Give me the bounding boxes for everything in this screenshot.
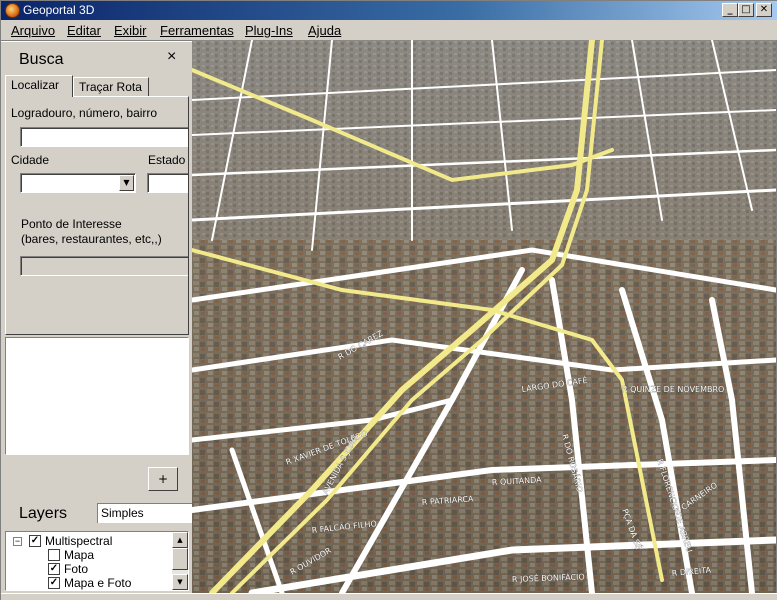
tree-item-label: Foto bbox=[64, 562, 89, 576]
tree-item-label: Multispectral bbox=[45, 534, 113, 548]
layers-mode-select[interactable]: Simples bbox=[97, 503, 192, 523]
map-3d-view[interactable]: LARGO DO CAFÉ R QUINZE DE NOVEMBRO R QUITA… bbox=[192, 40, 776, 593]
close-window-button[interactable]: ✕ bbox=[756, 3, 772, 17]
maximize-button[interactable]: □ bbox=[738, 3, 754, 17]
window-title: Geoportal 3D bbox=[23, 3, 95, 17]
logradouro-input[interactable] bbox=[20, 127, 188, 147]
left-panel: Busca × Localizar Traçar Rota Logradouro… bbox=[1, 40, 192, 600]
chevron-down-icon[interactable]: ▼ bbox=[119, 175, 134, 191]
menu-exibir[interactable]: Exibir bbox=[114, 23, 147, 38]
minimize-button[interactable]: _ bbox=[722, 3, 738, 17]
checkbox-foto[interactable]: ✓ bbox=[48, 563, 60, 575]
logradouro-label: Logradouro, número, bairro bbox=[11, 106, 158, 120]
cidade-label: Cidade bbox=[11, 153, 50, 167]
map-canvas[interactable]: LARGO DO CAFÉ R QUINZE DE NOVEMBROR QUITA… bbox=[192, 40, 776, 593]
tree-item-label: Mapa bbox=[64, 548, 95, 562]
tab-tracar-rota[interactable]: Traçar Rota bbox=[73, 77, 149, 97]
collapse-icon[interactable]: − bbox=[13, 537, 22, 546]
estado-input[interactable] bbox=[147, 173, 188, 193]
scroll-thumb[interactable] bbox=[172, 548, 188, 570]
tab-localizar[interactable]: Localizar bbox=[5, 75, 73, 97]
app-globe-icon bbox=[5, 3, 20, 18]
layers-title: Layers bbox=[19, 505, 68, 522]
menu-ajuda[interactable]: Ajuda bbox=[308, 23, 341, 38]
checkbox-mapa[interactable] bbox=[48, 549, 60, 561]
menu-bar: Arquivo Editar Exibir Ferramentas Plug-I… bbox=[1, 20, 777, 40]
far-buildings bbox=[192, 40, 776, 240]
checkbox-mapa-e-foto[interactable]: ✓ bbox=[48, 577, 60, 589]
status-bar bbox=[1, 593, 777, 600]
results-list[interactable] bbox=[5, 337, 189, 455]
cidade-select[interactable]: ▼ bbox=[20, 173, 136, 193]
estado-label: Estado bbox=[148, 153, 186, 167]
menu-editar[interactable]: Editar bbox=[67, 23, 101, 38]
checkbox-multispectral[interactable]: ✓ bbox=[29, 535, 41, 547]
scroll-down-icon[interactable]: ▼ bbox=[172, 574, 188, 590]
tree-item-label: Mapa e Foto bbox=[64, 576, 132, 590]
add-button[interactable]: + bbox=[148, 467, 178, 491]
street-label: R QUINZE DE NOVEMBRO bbox=[622, 385, 724, 394]
title-bar[interactable]: Geoportal 3D _ □ ✕ bbox=[1, 1, 777, 20]
localizar-panel: Logradouro, número, bairro Cidade Estado… bbox=[5, 96, 189, 335]
layers-tree: − ✓ Multispectral Mapa ✓ Foto ✓ Mapa e F… bbox=[5, 531, 189, 591]
tree-scrollbar[interactable]: ▲ ▼ bbox=[172, 532, 188, 590]
close-icon[interactable]: × bbox=[167, 48, 176, 66]
menu-arquivo[interactable]: Arquivo bbox=[11, 23, 55, 38]
divider bbox=[1, 40, 192, 42]
menu-plugins[interactable]: Plug-Ins bbox=[245, 23, 293, 38]
app-window: Geoportal 3D _ □ ✕ Arquivo Editar Exibir… bbox=[0, 0, 777, 600]
menu-ferramentas[interactable]: Ferramentas bbox=[160, 23, 234, 38]
poi-label: Ponto de Interesse bbox=[21, 217, 122, 231]
poi-label-hint: (bares, restaurantes, etc,,) bbox=[21, 232, 162, 246]
scroll-up-icon[interactable]: ▲ bbox=[172, 532, 188, 548]
busca-title: Busca bbox=[19, 51, 64, 68]
poi-input[interactable] bbox=[20, 256, 188, 276]
